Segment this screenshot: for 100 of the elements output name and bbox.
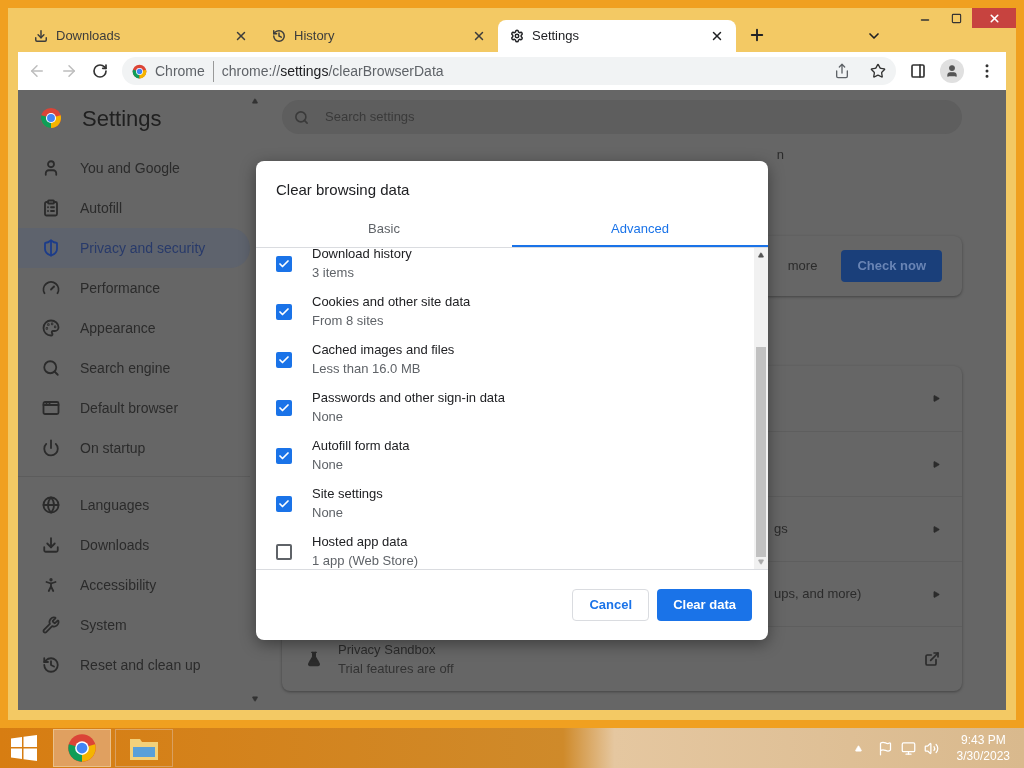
download-icon [34, 29, 48, 43]
item-label: Autofill form data [312, 438, 410, 454]
tab-title: Settings [532, 27, 580, 46]
gauge-icon [42, 279, 60, 297]
sidebar-item[interactable]: Performance [18, 268, 250, 308]
arrow-icon[interactable] [933, 395, 940, 402]
page-title: Settings [82, 104, 162, 133]
chrome-icon [67, 733, 97, 763]
scroll-up-icon[interactable] [758, 251, 764, 258]
text-fragment: gs [774, 520, 788, 539]
power-icon [42, 439, 60, 457]
clock-time[interactable]: 9:43 PM [960, 732, 1006, 748]
share-icon[interactable] [834, 63, 850, 79]
item-detail: None [312, 457, 345, 473]
arrow-icon[interactable] [933, 460, 940, 468]
sidebar-item[interactable]: System [18, 605, 250, 645]
close-icon[interactable] [234, 29, 248, 43]
shield-icon [42, 239, 60, 257]
item-label: Hosted app data [312, 534, 409, 550]
sidebar-item[interactable]: Appearance [18, 308, 250, 348]
search-icon [294, 109, 309, 125]
item-label: Passwords and other sign-in data [312, 390, 505, 406]
browser-tab[interactable]: Settings [498, 20, 736, 52]
item-label: Cached images and files [312, 342, 455, 358]
sidebar-item[interactable]: On startup [18, 428, 250, 468]
windows-icon[interactable] [11, 735, 37, 761]
checkbox[interactable] [276, 543, 292, 560]
checkbox[interactable] [276, 447, 292, 464]
text-fragment: more [787, 257, 818, 276]
arrow-icon[interactable] [933, 590, 940, 598]
item-label: Download history [312, 247, 412, 262]
browser-window-icon [42, 399, 60, 417]
person-icon [42, 159, 60, 177]
sidebar-item[interactable]: Accessibility [18, 565, 250, 605]
checkbox[interactable] [276, 255, 292, 272]
sidebar-item[interactable]: Default browser [18, 388, 250, 428]
check-now-button[interactable]: Check now [841, 250, 942, 282]
item-label: Site settings [312, 486, 383, 502]
history-icon [42, 656, 60, 674]
wrench-icon [42, 616, 60, 634]
check-icon [278, 449, 290, 462]
sidebar-item[interactable]: Reset and clean up [18, 645, 250, 685]
clock-date[interactable]: 3/30/2023 [956, 748, 1010, 764]
search-icon [42, 359, 60, 377]
sidebar-item[interactable]: Search engine [18, 348, 250, 388]
site-label: Chrome [155, 60, 214, 82]
sidebar-item[interactable]: Downloads [18, 525, 250, 565]
reload-icon[interactable] [92, 63, 108, 79]
check-icon [278, 257, 290, 270]
item-detail: None [312, 505, 345, 521]
checkbox[interactable] [276, 495, 292, 512]
chrome-logo [40, 107, 62, 129]
settings-icon [510, 29, 524, 43]
scrollbar[interactable] [754, 247, 768, 569]
item-detail: Less than 16.0 MB [312, 361, 422, 377]
download-icon [42, 536, 60, 554]
address-bar[interactable]: Chrome chrome://settings/clearBrowserData [122, 57, 896, 85]
clipboard-icon [42, 199, 60, 217]
flask-icon [306, 651, 322, 667]
check-icon [278, 497, 290, 510]
cancel-button[interactable]: Cancel [572, 588, 650, 621]
taskbar-button[interactable] [53, 729, 111, 767]
external-link-icon[interactable] [924, 651, 940, 667]
browser-tab[interactable]: Downloads [22, 20, 260, 52]
checkbox[interactable] [276, 351, 292, 368]
item-detail: None [312, 409, 345, 425]
history-icon [272, 29, 286, 43]
profile-avatar[interactable] [940, 59, 964, 83]
scroll-down-icon[interactable] [252, 696, 258, 702]
text-fragment: ups, and more) [774, 585, 862, 604]
tab-title: History [294, 27, 336, 46]
clear-data-button[interactable]: Clear data [657, 588, 752, 621]
check-icon [278, 401, 290, 414]
close-icon[interactable] [472, 29, 486, 43]
sidebar-item[interactable]: Languages [18, 485, 250, 525]
new-tab-icon[interactable] [748, 26, 766, 44]
sidebar-item[interactable]: You and Google [18, 148, 250, 188]
item-detail: From 8 sites [312, 313, 385, 329]
chrome-icon [132, 63, 147, 79]
sidebar-item[interactable]: Autofill [18, 188, 250, 228]
item-label: Cookies and other site data [312, 294, 471, 310]
checkbox[interactable] [276, 399, 292, 416]
close-window-button[interactable] [972, 8, 1016, 28]
close-icon[interactable] [710, 29, 724, 43]
palette-icon [42, 319, 60, 337]
maximize-icon[interactable] [951, 13, 962, 24]
check-icon [278, 305, 290, 318]
browser-tab[interactable]: History [260, 20, 498, 52]
arrow-icon[interactable] [933, 525, 940, 533]
checkbox[interactable] [276, 303, 292, 320]
dialog-tab[interactable]: Basic [256, 213, 512, 247]
check-icon [278, 353, 290, 366]
close-icon [987, 11, 1001, 25]
tab-title: Downloads [56, 27, 122, 46]
person-icon [945, 64, 959, 78]
scrollbar-thumb[interactable] [756, 346, 766, 557]
item-detail: 1 app (Web Store) [312, 553, 418, 569]
dialog-tab[interactable]: Advanced [512, 213, 768, 247]
bookmark-icon[interactable] [870, 63, 886, 79]
side-panel-icon[interactable] [910, 63, 926, 79]
